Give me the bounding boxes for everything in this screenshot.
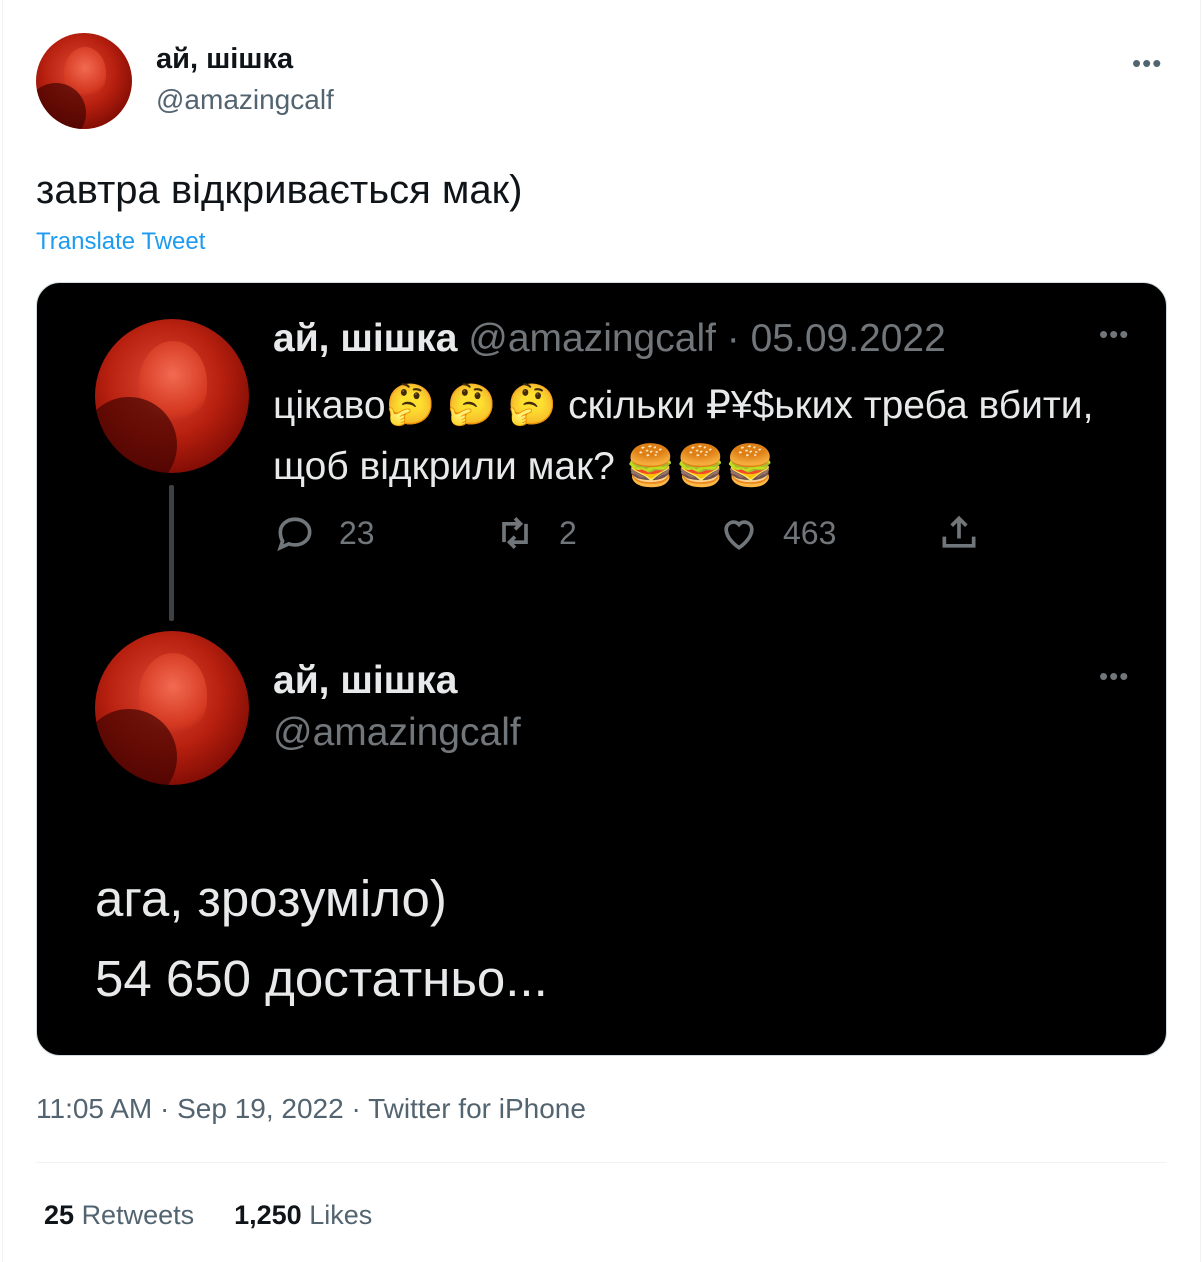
likes-count: 1,250 (234, 1200, 302, 1230)
author-handle[interactable]: @amazingcalf (156, 84, 334, 116)
tweet-media-image[interactable]: ай, шішка @amazingcalf · 05.09.2022 ••• … (36, 282, 1167, 1056)
quoted-action-bar: 23 2 463 (273, 511, 1013, 561)
quoted-display-name: ай, шішка (273, 659, 458, 702)
quoted-tweet-text: ага, зрозуміло) 54 650 достатньо... (95, 859, 548, 1019)
like-count: 463 (783, 514, 837, 551)
thread-line (169, 485, 174, 621)
like-action: 463 (717, 511, 836, 555)
reply-count: 23 (339, 514, 375, 551)
divider (36, 1162, 1167, 1163)
thinking-emoji: 🤔 🤔 🤔 (385, 383, 558, 427)
quoted-avatar (95, 631, 249, 785)
reply-icon (277, 517, 312, 552)
retweet-icon (502, 517, 528, 549)
reply-action: 23 (273, 511, 375, 555)
share-action (937, 511, 981, 555)
retweets-label: Retweets (81, 1200, 195, 1230)
quoted-handle: @amazingcalf (273, 711, 521, 754)
retweet-count: 2 (559, 514, 577, 551)
tweet-stats: 25 Retweets 1,250 Likes (44, 1200, 372, 1231)
tweet-timestamp[interactable]: 11:05 AM · Sep 19, 2022 · Twitter for iP… (36, 1093, 586, 1125)
quoted-text-line: 54 650 достатньо... (95, 950, 548, 1007)
quoted-text-part: цікаво (273, 384, 386, 427)
share-icon (942, 515, 976, 548)
more-options-icon[interactable]: ••• (1132, 48, 1162, 79)
retweets-count: 25 (44, 1200, 75, 1230)
quoted-tweet-text: цікаво🤔 🤔 🤔 скільки ₽¥$ьких треба вбити,… (273, 375, 1133, 497)
quoted-more-icon: ••• (1099, 661, 1130, 691)
retweets-stat[interactable]: 25 Retweets (44, 1200, 194, 1231)
avatar[interactable] (36, 33, 132, 129)
translate-tweet-link[interactable]: Translate Tweet (36, 228, 205, 256)
retweet-action: 2 (493, 511, 577, 555)
quoted-avatar (95, 319, 249, 473)
quoted-handle-date: @amazingcalf · 05.09.2022 (468, 317, 946, 360)
quoted-more-icon: ••• (1099, 319, 1130, 349)
quoted-display-name: ай, шішка (273, 317, 458, 360)
likes-stat[interactable]: 1,250 Likes (234, 1200, 372, 1231)
quoted-text-line: ага, зрозуміло) (95, 870, 447, 927)
likes-label: Likes (309, 1200, 373, 1230)
quoted-header: ай, шішка @amazingcalf · 05.09.2022 (273, 317, 946, 361)
author-display-name[interactable]: ай, шішка (156, 43, 293, 76)
heart-icon (724, 520, 754, 550)
tweet-text: завтра відкривається мак) (36, 168, 523, 212)
burger-emoji: 🍔🍔🍔 (625, 444, 776, 488)
